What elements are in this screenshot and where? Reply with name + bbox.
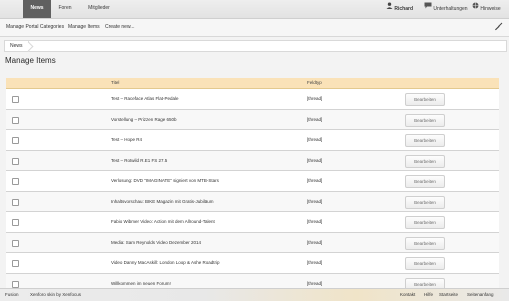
chat-bubble-icon [424, 0, 432, 17]
tab-foren[interactable]: Foren [54, 0, 76, 18]
user-name: Richard [394, 5, 414, 12]
top-navigation-bar: News Foren Mitglieder Richard Unterhaltu… [0, 0, 509, 19]
row-checkbox[interactable] [12, 96, 19, 103]
conversations-menu[interactable]: Unterhaltungen [424, 0, 468, 18]
table-row: Fabio Wibmer Video: Action mit dem Allro… [6, 212, 499, 233]
row-title[interactable]: Video Danny MacAskill: London Loop & Ash… [111, 253, 220, 272]
row-checkbox[interactable] [12, 178, 19, 185]
table-row: Inhaltsvorschau: BIKE Magazin mit Gratis… [6, 191, 499, 212]
row-title[interactable]: Test – Raceface Atlas Flat-Pedale [111, 89, 179, 108]
edit-button[interactable]: Bearbeiten [405, 134, 445, 147]
manage-portal-categories-link[interactable]: Manage Portal Categories [6, 19, 64, 36]
table-row: Video Danny MacAskill: London Loop & Ash… [6, 253, 499, 274]
user-icon [386, 0, 393, 17]
secondary-navigation: Manage Portal Categories Manage Items Cr… [0, 19, 509, 37]
row-type: [thread] [307, 178, 323, 183]
row-title[interactable]: Test – Hope R4 [111, 130, 142, 149]
breadcrumb-item-news[interactable]: News [5, 41, 29, 51]
row-type: [thread] [307, 157, 323, 163]
column-header-type: Feldtyp [307, 80, 322, 85]
alerts-menu[interactable]: Hinweise [472, 0, 501, 18]
row-type: [thread] [307, 116, 323, 122]
table-row: Test – Rotwild R.E1 FS 27.5 [thread] Bearb… [6, 150, 499, 171]
table-row: Verlosung: DVD "IMAGINATE" signiert von … [6, 171, 499, 192]
footer-top-link[interactable]: Seitenanfang [467, 289, 494, 301]
alerts-label: Hinweise [480, 5, 501, 12]
footer-help-link[interactable]: Hilfe [424, 289, 433, 301]
edit-button[interactable]: Bearbeiten [405, 175, 445, 188]
column-header-title: Titel [111, 80, 120, 85]
table-body: Test – Raceface Atlas Flat-Pedale [thread… [6, 89, 499, 294]
row-title[interactable]: Media: Sam Reynolds Video Dezember 2014 [111, 233, 201, 252]
user-menu[interactable]: Richard [386, 0, 413, 18]
table-header: Titel Feldtyp [6, 78, 499, 89]
footer-credit-link[interactable]: Xenforo skin by Xenfocus [30, 289, 81, 301]
create-new-link[interactable]: Create new... [105, 19, 134, 36]
edit-button[interactable]: Bearbeiten [405, 154, 445, 168]
row-title[interactable]: Verlosung: DVD "IMAGINATE" signiert von … [111, 171, 219, 190]
row-checkbox[interactable] [12, 116, 19, 124]
conversations-label: Unterhaltungen [433, 5, 468, 12]
row-type: [thread] [307, 198, 323, 204]
table-row: Test – Hope R4 [thread] Bearbeiten [6, 130, 499, 151]
edit-button[interactable]: Bearbeiten [405, 257, 445, 270]
row-title[interactable]: Vorstellung – Prizzen Rage 650b [111, 110, 177, 129]
table-row: Test – Raceface Atlas Flat-Pedale [thread… [6, 89, 499, 110]
row-type: [thread] [307, 219, 323, 224]
tab-news[interactable]: News [23, 0, 51, 18]
edit-button[interactable]: Bearbeiten [405, 236, 445, 250]
row-checkbox[interactable] [12, 219, 19, 226]
edit-button[interactable]: Bearbeiten [405, 216, 445, 229]
row-type: [thread] [307, 96, 323, 101]
edit-button[interactable]: Bearbeiten [405, 195, 445, 209]
broom-icon[interactable] [494, 22, 503, 33]
edit-button[interactable]: Bearbeiten [405, 93, 445, 106]
row-checkbox[interactable] [12, 260, 19, 267]
row-type: [thread] [307, 260, 323, 265]
table-row: Media: Sam Reynolds Video Dezember 2014 [… [6, 232, 499, 253]
row-title[interactable]: Test – Rotwild R.E1 FS 27.5 [111, 151, 167, 170]
footer-style-chooser[interactable]: Fusion [5, 289, 19, 301]
tab-mitglieder[interactable]: Mitglieder [83, 0, 115, 18]
edit-button[interactable]: Bearbeiten [405, 113, 445, 127]
row-checkbox[interactable] [12, 137, 19, 144]
breadcrumb: News [4, 40, 507, 52]
row-checkbox[interactable] [12, 157, 19, 165]
table-row: Vorstellung – Prizzen Rage 650b [thread] B… [6, 109, 499, 130]
row-checkbox[interactable] [12, 239, 19, 247]
row-type: [thread] [307, 137, 323, 142]
manage-items-link[interactable]: Manage Items [68, 19, 100, 36]
row-checkbox[interactable] [12, 280, 19, 288]
globe-icon [472, 0, 479, 17]
footer: Fusion Xenforo skin by Xenfocus Kontakt … [0, 288, 509, 301]
row-checkbox[interactable] [12, 198, 19, 206]
row-title[interactable]: Inhaltsvorschau: BIKE Magazin mit Gratis… [111, 192, 214, 211]
footer-contact-link[interactable]: Kontakt [400, 289, 415, 301]
footer-home-link[interactable]: Startseite [439, 289, 458, 301]
items-table: Titel Feldtyp Test – Raceface Atlas Flat… [6, 78, 499, 294]
row-type: [thread] [307, 239, 323, 245]
page-title: Manage Items [5, 56, 56, 65]
row-title[interactable]: Fabio Wibmer Video: Action mit dem Allro… [111, 212, 215, 231]
